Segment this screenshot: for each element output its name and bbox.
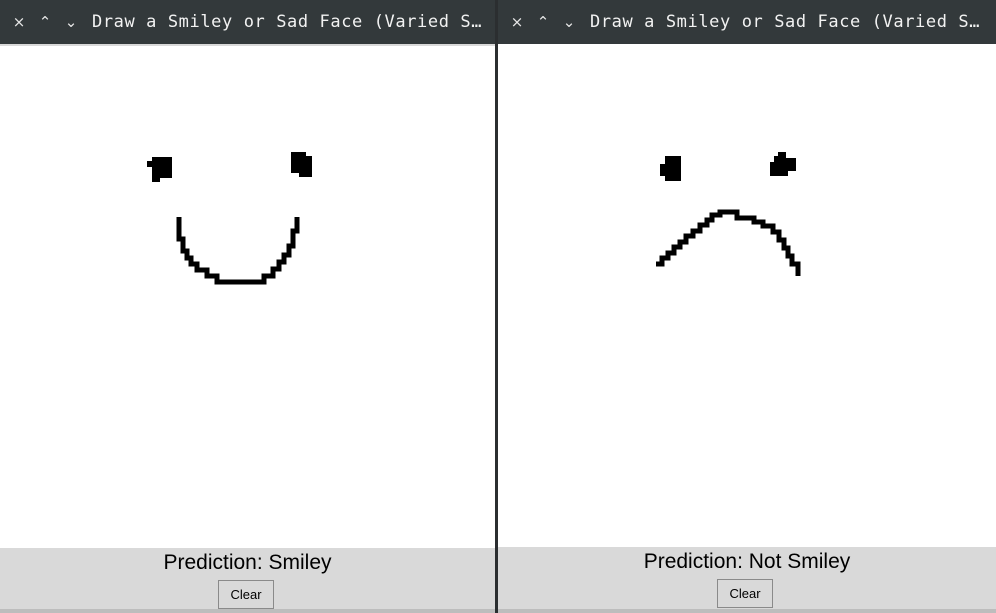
- clear-button[interactable]: Clear: [218, 580, 274, 609]
- maximize-icon[interactable]: ⌃: [530, 13, 556, 31]
- drawn-left-eye: [660, 156, 681, 181]
- drawing-canvas[interactable]: [498, 44, 996, 547]
- drawing-surface: [656, 152, 801, 276]
- title-bar: × ⌃ ⌄ Draw a Smiley or Sad Face (Varied …: [498, 0, 996, 44]
- minimize-icon[interactable]: ⌄: [556, 13, 582, 31]
- bottom-edge: [0, 609, 495, 613]
- prediction-label: Prediction: Not Smiley: [643, 550, 851, 573]
- drawing-canvas[interactable]: [0, 46, 495, 548]
- drawn-right-eye: [770, 152, 796, 176]
- minimize-icon[interactable]: ⌄: [58, 13, 84, 31]
- clear-button[interactable]: Clear: [717, 579, 773, 608]
- drawn-right-eye: [291, 152, 312, 177]
- drawn-mouth: [656, 209, 801, 276]
- drawn-mouth: [176, 217, 300, 285]
- prediction-label: Prediction: Smiley: [163, 551, 332, 574]
- close-icon[interactable]: ×: [6, 13, 32, 31]
- title-bar: × ⌃ ⌄ Draw a Smiley or Sad Face (Varied …: [0, 0, 495, 44]
- close-icon[interactable]: ×: [504, 13, 530, 31]
- maximize-icon[interactable]: ⌃: [32, 13, 58, 31]
- drawing-surface: [147, 152, 312, 285]
- app-window-right: × ⌃ ⌄ Draw a Smiley or Sad Face (Varied …: [498, 0, 996, 613]
- app-window-left: × ⌃ ⌄ Draw a Smiley or Sad Face (Varied …: [0, 0, 495, 613]
- bottom-edge: [498, 609, 996, 613]
- window-title: Draw a Smiley or Sad Face (Varied Sizes …: [590, 12, 996, 32]
- drawn-left-eye: [147, 157, 172, 182]
- window-title: Draw a Smiley or Sad Face (Varied Sizes …: [92, 12, 495, 32]
